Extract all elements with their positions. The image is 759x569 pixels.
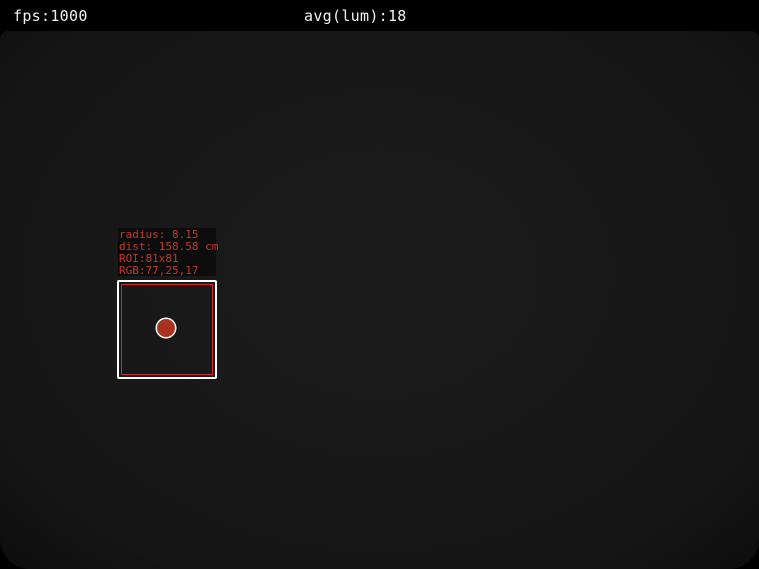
rgb-readout: RGB:77,25,17 [119,264,199,277]
camera-viewer: fps:1000 avg(lum):18 radius: 8.15 dist: … [0,0,759,569]
avg-luminance-readout: avg(lum):18 [304,7,407,25]
fps-readout: fps:1000 [13,7,88,25]
camera-feed [0,31,759,569]
detected-ball-marker [157,319,175,337]
hud-bar: fps:1000 avg(lum):18 [0,0,759,32]
